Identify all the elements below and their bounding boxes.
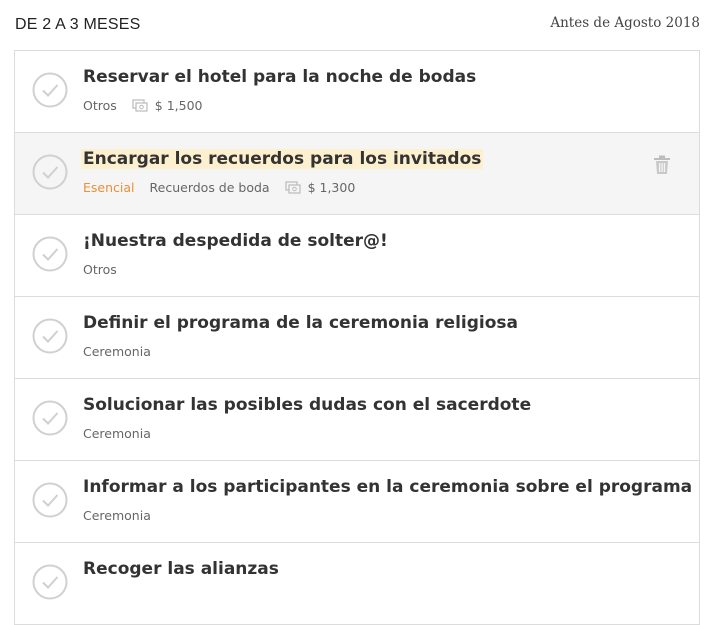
task-meta: Ceremonia	[83, 344, 151, 359]
task-title[interactable]: Reservar el hotel para la noche de bodas	[83, 67, 476, 87]
task-item[interactable]: Recoger las alianzas	[15, 543, 699, 625]
section-date: Antes de Agosto 2018	[550, 15, 700, 31]
task-category: Ceremonia	[83, 508, 151, 523]
check-circle-icon[interactable]	[32, 318, 68, 354]
task-category: Ceremonia	[83, 344, 151, 359]
task-item[interactable]: Solucionar las posibles dudas con el sac…	[15, 379, 699, 461]
check-circle-icon[interactable]	[32, 236, 68, 272]
task-list: Reservar el hotel para la noche de bodas…	[14, 50, 700, 625]
task-category: Recuerdos de boda	[149, 180, 270, 195]
task-budget: $ 1,500	[132, 98, 203, 113]
task-meta: Ceremonia	[83, 508, 151, 523]
trash-icon[interactable]	[653, 155, 671, 175]
task-budget-value: $ 1,500	[154, 98, 203, 113]
task-item[interactable]: Encargar los recuerdos para los invitado…	[15, 133, 699, 215]
task-meta: Otros $ 1,500	[83, 98, 202, 113]
check-circle-icon[interactable]	[32, 154, 68, 190]
task-category: Otros	[83, 262, 117, 277]
task-category: Ceremonia	[83, 426, 151, 441]
section-title: DE 2 A 3 MESES	[15, 16, 141, 33]
task-title[interactable]: Definir el programa de la ceremonia reli…	[83, 313, 518, 333]
task-meta: Otros	[83, 262, 117, 277]
task-title[interactable]: ¡Nuestra despedida de solter@!	[83, 231, 388, 251]
check-circle-icon[interactable]	[32, 72, 68, 108]
task-category: Otros	[83, 98, 117, 113]
task-title[interactable]: Informar a los participantes en la cerem…	[83, 477, 692, 497]
section-header: DE 2 A 3 MESES Antes de Agosto 2018	[0, 0, 720, 50]
task-meta: Esencial Recuerdos de boda $ 1,300	[83, 180, 355, 195]
task-meta: Ceremonia	[83, 426, 151, 441]
task-budget-value: $ 1,300	[307, 180, 356, 195]
task-title[interactable]: Recoger las alianzas	[83, 559, 279, 579]
check-circle-icon[interactable]	[32, 482, 68, 518]
money-icon	[284, 180, 301, 194]
money-icon	[132, 98, 148, 112]
check-circle-icon[interactable]	[32, 400, 68, 436]
task-item[interactable]: Informar a los participantes en la cerem…	[15, 461, 699, 543]
task-item[interactable]: Reservar el hotel para la noche de bodas…	[15, 51, 699, 133]
task-item[interactable]: ¡Nuestra despedida de solter@! Otros	[15, 215, 699, 297]
task-item[interactable]: Definir el programa de la ceremonia reli…	[15, 297, 699, 379]
task-title[interactable]: Encargar los recuerdos para los invitado…	[81, 149, 484, 169]
essential-tag: Esencial	[83, 180, 135, 195]
task-title[interactable]: Solucionar las posibles dudas con el sac…	[83, 395, 531, 415]
task-budget: $ 1,300	[284, 180, 356, 195]
